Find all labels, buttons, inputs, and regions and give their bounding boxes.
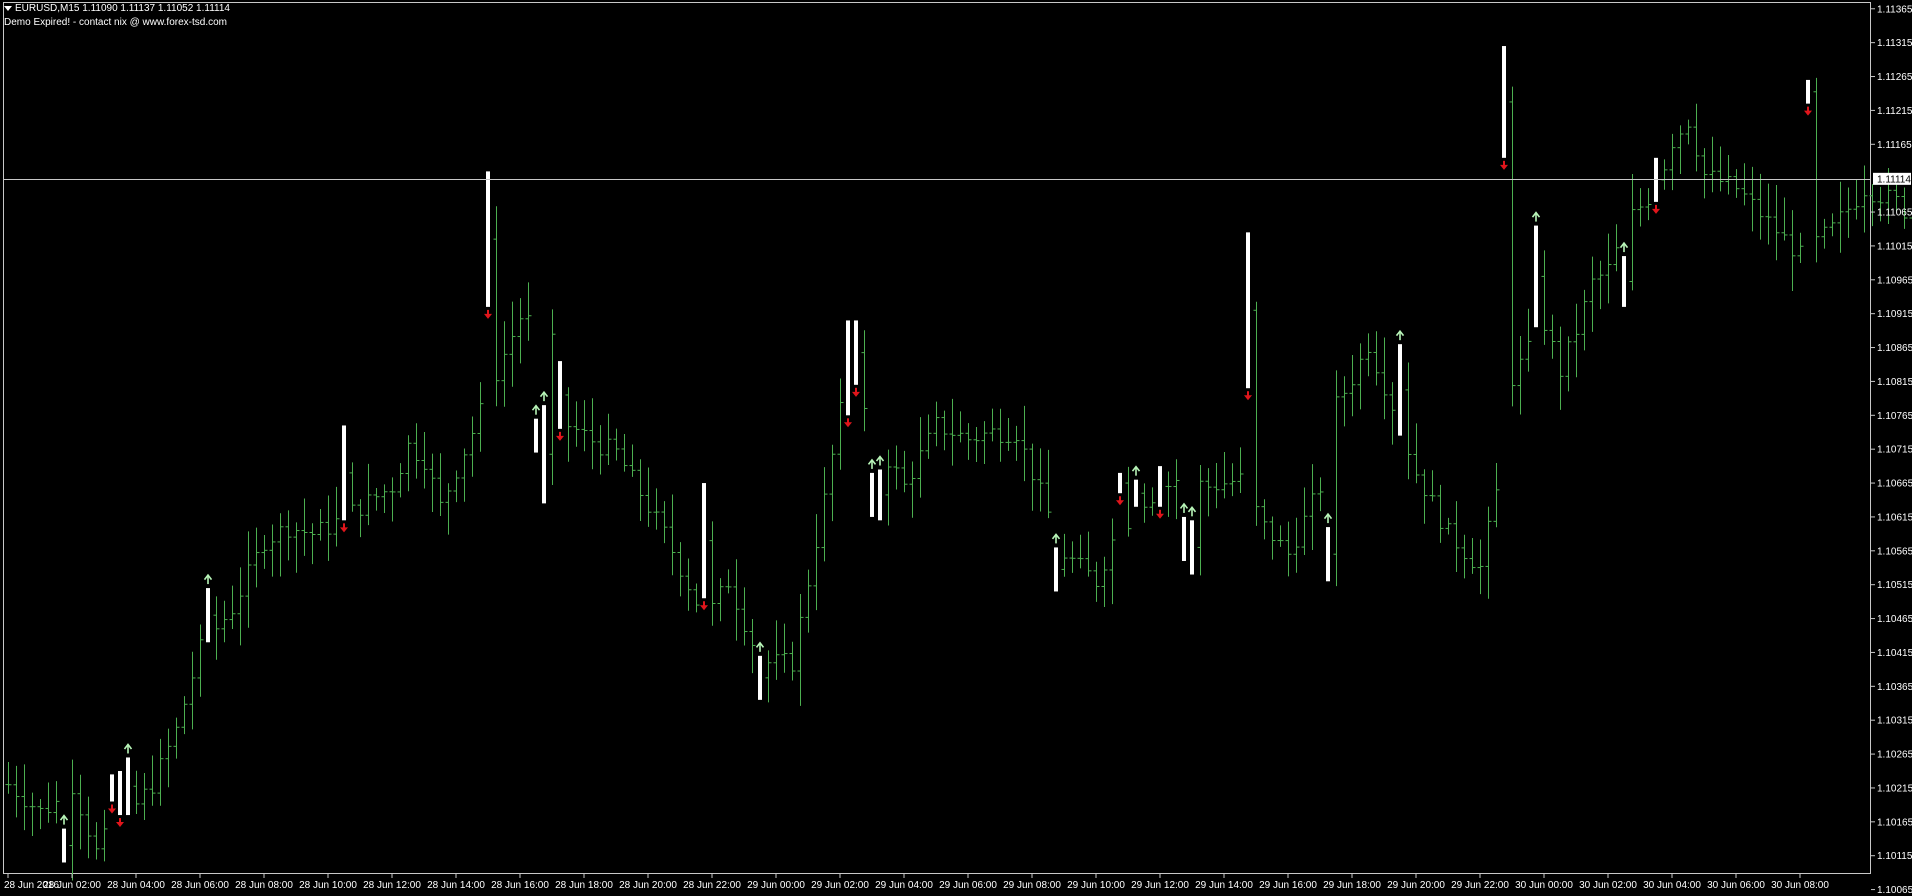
signal-bar <box>110 774 114 802</box>
x-tick-label: 29 Jun 04:00 <box>875 880 933 891</box>
x-tick-label: 29 Jun 12:00 <box>1131 880 1189 891</box>
signal-bar <box>1118 472 1122 494</box>
y-tick-label: 1.10465 <box>1877 614 1912 625</box>
signal-bar <box>486 171 490 307</box>
signal-bar <box>854 320 858 385</box>
x-tick-label: 29 Jun 00:00 <box>747 880 805 891</box>
y-tick-label: 1.11265 <box>1877 72 1912 83</box>
signal-bar <box>1622 256 1626 307</box>
signal-bar <box>846 320 850 416</box>
y-tick-label: 1.10765 <box>1877 411 1912 422</box>
y-tick-label: 1.10215 <box>1877 783 1912 794</box>
signal-bar <box>1054 547 1058 592</box>
signal-bar <box>126 757 130 816</box>
signal-bar <box>1326 527 1330 582</box>
y-tick-label: 1.11315 <box>1877 38 1912 49</box>
y-tick-label: 1.10265 <box>1877 750 1912 761</box>
x-tick-label: 30 Jun 06:00 <box>1707 880 1765 891</box>
symbol-quote: EURUSD,M15 1.11090 1.11137 1.11052 1.111… <box>15 3 230 14</box>
x-tick-label: 30 Jun 08:00 <box>1771 880 1829 891</box>
x-tick-label: 29 Jun 20:00 <box>1387 880 1445 891</box>
signal-bar <box>1806 79 1810 104</box>
x-tick-label: 29 Jun 22:00 <box>1451 880 1509 891</box>
y-tick-label: 1.10515 <box>1877 580 1912 591</box>
signal-bar <box>62 828 66 863</box>
symbol-row[interactable]: EURUSD,M15 1.11090 1.11137 1.11052 1.111… <box>4 2 230 16</box>
y-tick-label: 1.10065 <box>1877 885 1912 896</box>
signal-bar <box>1398 344 1402 436</box>
y-tick-label: 1.10415 <box>1877 648 1912 659</box>
x-tick-label: 28 Jun 12:00 <box>363 880 421 891</box>
x-tick-label: 28 Jun 04:00 <box>107 880 165 891</box>
chart-header: EURUSD,M15 1.11090 1.11137 1.11052 1.111… <box>4 2 230 30</box>
y-tick-label: 1.10715 <box>1877 445 1912 456</box>
signal-bar <box>1534 225 1538 328</box>
price-chart[interactable]: 1.11365 1.11315 1.11265 1.11215 1.11165 1.111… <box>0 0 1912 896</box>
x-tick-label: 28 Jun 06:00 <box>171 880 229 891</box>
y-tick-label: 1.10165 <box>1877 817 1912 828</box>
x-tick-label: 28 Jun 16:00 <box>491 880 549 891</box>
chevron-down-icon[interactable] <box>4 5 12 11</box>
y-tick-label: 1.10565 <box>1877 546 1912 557</box>
signal-bar <box>1190 520 1194 575</box>
y-tick-label: 1.10915 <box>1877 309 1912 320</box>
x-tick-label: 28 Jun 18:00 <box>555 880 613 891</box>
signal-bar <box>342 425 346 521</box>
signal-bar <box>702 483 706 599</box>
y-tick-label: 1.11365 <box>1877 4 1912 15</box>
signal-bar <box>1246 232 1250 389</box>
y-tick-label: 1.10665 <box>1877 479 1912 490</box>
chart-background <box>0 0 1912 896</box>
x-tick-label: 30 Jun 00:00 <box>1515 880 1573 891</box>
signal-bar <box>534 418 538 453</box>
y-tick-label: 1.11215 <box>1877 106 1912 117</box>
y-tick-label: 1.10365 <box>1877 682 1912 693</box>
x-tick-label: 28 Jun 20:00 <box>619 880 677 891</box>
signal-bar <box>558 361 562 429</box>
y-tick-label: 1.10965 <box>1877 275 1912 286</box>
demo-notice: Demo Expired! - contact nix @ www.forex-… <box>4 17 227 28</box>
y-tick-label: 1.11065 <box>1877 208 1912 219</box>
y-tick-label: 1.10615 <box>1877 512 1912 523</box>
signal-bar <box>1502 46 1506 158</box>
x-tick-label: 30 Jun 02:00 <box>1579 880 1637 891</box>
y-tick-label: 1.11165 <box>1877 140 1912 151</box>
y-tick-label: 1.11015 <box>1877 241 1912 252</box>
signal-bar <box>870 472 874 517</box>
signal-bar <box>878 469 882 521</box>
signal-bar <box>1158 466 1162 507</box>
y-tick-label: 1.11114 <box>1877 174 1911 185</box>
x-tick-label: 29 Jun 06:00 <box>939 880 997 891</box>
x-tick-label: 29 Jun 16:00 <box>1259 880 1317 891</box>
x-tick-label: 29 Jun 14:00 <box>1195 880 1253 891</box>
y-tick-label: 1.10115 <box>1877 851 1912 862</box>
x-tick-label: 28 Jun 08:00 <box>235 880 293 891</box>
signal-bar <box>1134 479 1138 507</box>
x-tick-label: 29 Jun 18:00 <box>1323 880 1381 891</box>
x-tick-label: 29 Jun 02:00 <box>811 880 869 891</box>
signal-bar <box>118 771 122 816</box>
signal-bar <box>1182 516 1186 561</box>
signal-bar <box>542 405 546 504</box>
y-tick-label: 1.10865 <box>1877 343 1912 354</box>
x-tick-label: 28 Jun 22:00 <box>683 880 741 891</box>
x-tick-label: 29 Jun 08:00 <box>1003 880 1061 891</box>
x-tick-label: 29 Jun 10:00 <box>1067 880 1125 891</box>
signal-bar <box>758 655 762 700</box>
signal-bar <box>206 588 210 643</box>
y-tick-label: 1.10815 <box>1877 377 1912 388</box>
x-tick-label: 28 Jun 14:00 <box>427 880 485 891</box>
x-tick-label: 28 Jun 02:00 <box>43 880 101 891</box>
y-tick-label: 1.10315 <box>1877 716 1912 727</box>
x-tick-label: 30 Jun 04:00 <box>1643 880 1701 891</box>
x-tick-label: 28 Jun 10:00 <box>299 880 357 891</box>
